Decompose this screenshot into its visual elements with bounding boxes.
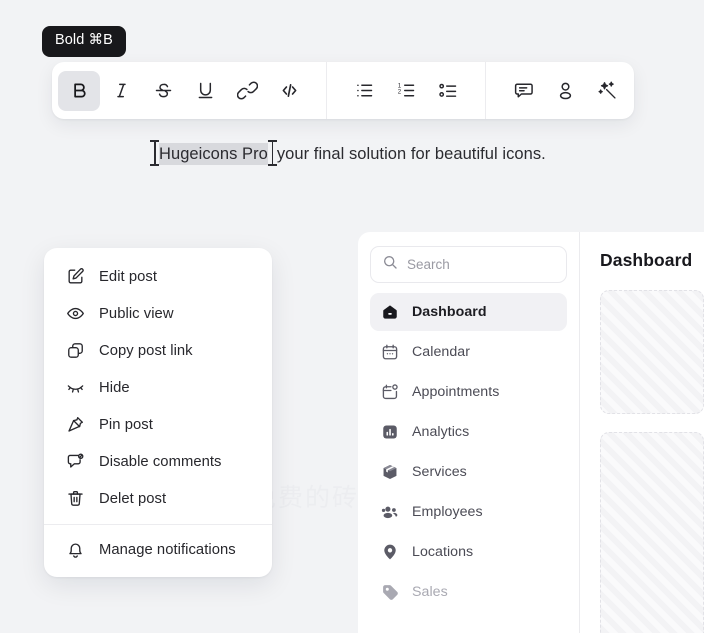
search-container: / — [358, 232, 579, 293]
menu-item-edit-post[interactable]: Edit post — [44, 258, 272, 295]
users-icon — [381, 503, 399, 521]
toolbar-divider-1 — [326, 62, 327, 119]
link-icon — [236, 80, 258, 101]
sidebar-item-label: Sales — [412, 584, 448, 600]
menu-item-disable-comments[interactable]: Disable comments — [44, 443, 272, 480]
editor-toolbar: 12 — [52, 62, 634, 119]
sidebar-item-label: Analytics — [412, 424, 470, 440]
bulleted-list-icon — [354, 80, 375, 101]
menu-item-label: Delet post — [99, 490, 167, 507]
sidebar-item-dashboard[interactable]: Dashboard — [370, 293, 567, 331]
eye-icon — [66, 304, 85, 323]
editor-text-line[interactable]: Hugeicons Pro your final solution for bea… — [150, 140, 546, 166]
menu-item-label: Copy post link — [99, 342, 193, 359]
user-icon — [555, 80, 576, 101]
numbered-list-icon: 12 — [396, 80, 417, 101]
toolbar-divider-2 — [485, 62, 486, 119]
bold-tooltip: Bold ⌘B — [42, 26, 126, 57]
menu-item-delete-post[interactable]: Delet post — [44, 480, 272, 517]
home-icon — [381, 303, 399, 321]
sidebar-item-employees[interactable]: Employees — [370, 493, 567, 531]
comment-button[interactable] — [502, 71, 544, 111]
menu-item-pin-post[interactable]: Pin post — [44, 406, 272, 443]
ai-magic-button[interactable] — [586, 71, 628, 111]
magic-wand-icon — [597, 80, 618, 101]
appointment-icon — [381, 383, 399, 401]
location-pin-icon — [381, 543, 399, 561]
eye-off-icon — [66, 378, 85, 397]
tag-icon — [381, 583, 399, 601]
toolbar-group-actions — [502, 71, 628, 111]
toolbar-group-lists: 12 — [343, 71, 469, 111]
search-icon — [382, 254, 398, 275]
checklist-button[interactable] — [427, 71, 469, 111]
copy-icon — [66, 341, 85, 360]
dashboard-content: Dashboard — [580, 232, 704, 633]
underline-button[interactable] — [184, 71, 226, 111]
app-stage: 那些免费的砖 Bold ⌘B 1 2 Hugeicons Pro your fi… — [0, 0, 704, 633]
sidebar-item-label: Dashboard — [412, 304, 487, 320]
comment-off-icon — [66, 452, 85, 471]
text-cursor-end-icon — [267, 140, 277, 166]
sidebar-item-locations[interactable]: Locations — [370, 533, 567, 571]
sidebar-item-calendar[interactable]: Calendar — [370, 333, 567, 371]
placeholder-card-2 — [600, 432, 704, 633]
sidebar-item-label: Appointments — [412, 384, 500, 400]
edit-icon — [66, 267, 85, 286]
menu-item-label: Pin post — [99, 416, 153, 433]
menu-item-manage-notifications[interactable]: Manage notifications — [44, 531, 272, 568]
strikethrough-icon — [153, 80, 174, 101]
mention-user-button[interactable] — [544, 71, 586, 111]
document-rest-text: your final solution for beautiful icons. — [276, 145, 546, 163]
menu-item-label: Disable comments — [99, 453, 222, 470]
bulleted-list-button[interactable] — [343, 71, 385, 111]
text-cursor-start-icon — [150, 140, 159, 166]
post-context-menu: Edit post Public view Copy post link Hid… — [44, 248, 272, 577]
pin-icon — [66, 415, 85, 434]
underline-icon — [195, 80, 216, 101]
sidebar-nav: Dashboard Calendar Appointments Analytic… — [358, 293, 579, 611]
code-button[interactable] — [268, 71, 310, 111]
search-input[interactable] — [407, 257, 579, 272]
menu-item-label: Public view — [99, 305, 174, 322]
selected-text: Hugeicons Pro — [159, 143, 268, 165]
menu-divider — [44, 524, 272, 525]
menu-item-label: Edit post — [99, 268, 158, 285]
box-icon — [381, 463, 399, 481]
bold-button[interactable] — [58, 70, 100, 111]
menu-item-copy-post-link[interactable]: Copy post link — [44, 332, 272, 369]
italic-button[interactable] — [100, 71, 142, 111]
menu-item-label: Hide — [99, 379, 130, 396]
toolbar-group-formatting — [58, 70, 310, 111]
sidebar-item-label: Calendar — [412, 344, 470, 360]
bold-icon — [69, 80, 90, 101]
menu-item-label: Manage notifications — [99, 541, 236, 558]
sidebar-item-analytics[interactable]: Analytics — [370, 413, 567, 451]
page-title: Dashboard — [600, 250, 693, 270]
code-icon — [279, 80, 300, 101]
search-box[interactable]: / — [370, 246, 579, 283]
menu-item-hide[interactable]: Hide — [44, 369, 272, 406]
calendar-icon — [381, 343, 399, 361]
bell-icon — [66, 540, 85, 559]
sidebar-item-label: Locations — [412, 544, 474, 560]
comment-icon — [513, 80, 534, 101]
sidebar-item-label: Employees — [412, 504, 483, 520]
svg-text:2: 2 — [397, 88, 401, 95]
italic-icon — [111, 80, 132, 101]
numbered-list-button[interactable]: 12 — [385, 71, 427, 111]
trash-icon — [66, 489, 85, 508]
checklist-icon — [438, 80, 459, 101]
sidebar-item-sales[interactable]: Sales — [370, 573, 567, 611]
menu-item-public-view[interactable]: Public view — [44, 295, 272, 332]
strikethrough-button[interactable] — [142, 71, 184, 111]
analytics-icon — [381, 423, 399, 441]
sidebar-item-appointments[interactable]: Appointments — [370, 373, 567, 411]
sidebar-item-label: Services — [412, 464, 467, 480]
placeholder-card-1 — [600, 290, 704, 414]
app-sidebar: / Dashboard Calendar Appointments Analyt… — [358, 232, 580, 633]
link-button[interactable] — [226, 71, 268, 111]
sidebar-item-services[interactable]: Services — [370, 453, 567, 491]
